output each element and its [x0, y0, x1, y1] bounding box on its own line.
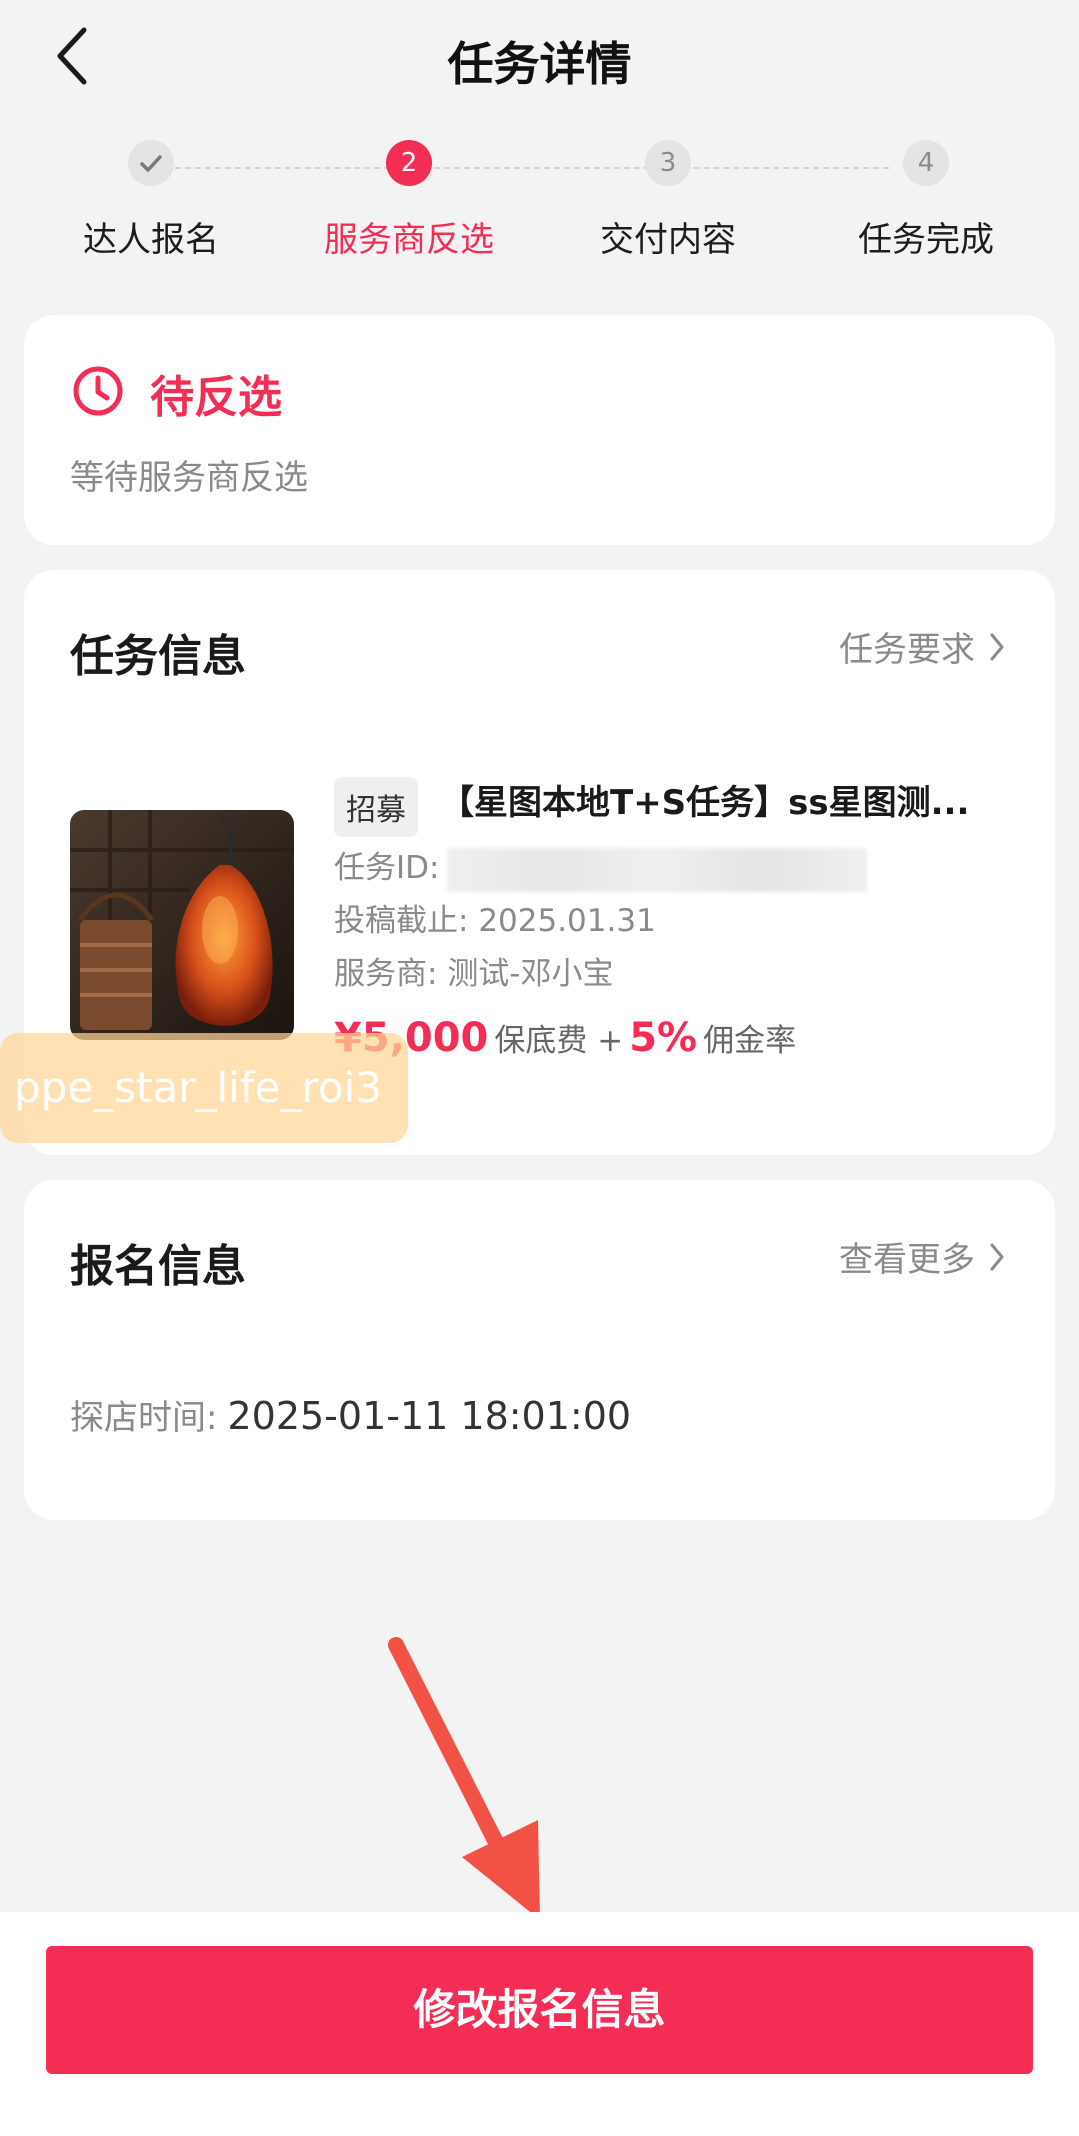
page-title: 任务详情: [447, 37, 632, 91]
provider-label: 服务商:: [334, 956, 438, 992]
progress-steps: 达人报名 2 服务商反选 3 交付内容 4 任务完成: [0, 140, 1079, 260]
base-fee-label: 保底费 +: [494, 1023, 624, 1059]
step-3-label: 交付内容: [600, 220, 736, 260]
bottom-action-bar: 修改报名信息: [0, 1912, 1079, 2136]
deadline-label: 投稿截止:: [334, 903, 469, 939]
task-id-row: 任务ID:: [334, 842, 868, 892]
step-4-label: 任务完成: [858, 220, 994, 260]
task-requirements-link[interactable]: 任务要求: [839, 622, 1005, 671]
step-1: 达人报名: [31, 140, 271, 261]
view-more-label: 查看更多: [839, 1240, 975, 1280]
step-4-dot: 4: [903, 140, 949, 186]
deadline-value: 2025.01.31: [478, 903, 656, 939]
check-icon: [140, 155, 162, 172]
signup-info-title: 报名信息: [70, 1241, 246, 1292]
task-id-label: 任务ID:: [334, 850, 440, 886]
commission-rate-label: 佣金率: [703, 1023, 797, 1059]
visit-time-label: 探店时间:: [70, 1398, 218, 1438]
visit-time-row: 探店时间: 2025-01-11 18:01:00: [70, 1390, 631, 1439]
status-title: 待反选: [150, 372, 282, 423]
step-2: 2 服务商反选: [289, 140, 529, 261]
step-1-label: 达人报名: [83, 220, 219, 260]
chevron-right-icon: [990, 633, 1004, 660]
edit-signup-info-button[interactable]: 修改报名信息: [46, 1946, 1033, 2074]
task-thumbnail-image[interactable]: [70, 810, 294, 1040]
step-3: 3 交付内容: [548, 140, 788, 261]
step-2-label: 服务商反选: [324, 220, 494, 260]
recruit-tag: 招募: [334, 777, 418, 837]
step-3-dot: 3: [645, 140, 691, 186]
step-4: 4 任务完成: [806, 140, 1046, 261]
task-id-redacted: [447, 847, 868, 892]
clock-icon: [73, 366, 123, 416]
debug-overlay-label: ppe_star_life_roi3: [0, 1033, 408, 1143]
task-requirements-label: 任务要求: [839, 630, 975, 670]
signup-info-card: 报名信息 查看更多 探店时间: 2025-01-11 18:01:00: [24, 1180, 1055, 1520]
task-name[interactable]: 【星图本地T+S任务】ss星图测...: [440, 775, 1040, 824]
task-provider-row: 服务商: 测试-邓小宝: [334, 948, 614, 993]
step-1-dot: [128, 140, 174, 186]
provider-value: 测试-邓小宝: [447, 956, 614, 992]
status-description: 等待服务商反选: [70, 458, 308, 498]
view-more-link[interactable]: 查看更多: [839, 1232, 1005, 1281]
step-2-dot: 2: [386, 140, 432, 186]
task-deadline-row: 投稿截止: 2025.01.31: [334, 895, 656, 940]
task-info-title: 任务信息: [70, 631, 246, 682]
top-nav-bar: 任务详情: [0, 0, 1079, 120]
commission-rate-value: 5%: [629, 1015, 698, 1061]
chevron-right-icon: [990, 1243, 1004, 1270]
visit-time-value: 2025-01-11 18:01:00: [227, 1394, 632, 1438]
status-card: 待反选 等待服务商反选: [24, 315, 1055, 545]
